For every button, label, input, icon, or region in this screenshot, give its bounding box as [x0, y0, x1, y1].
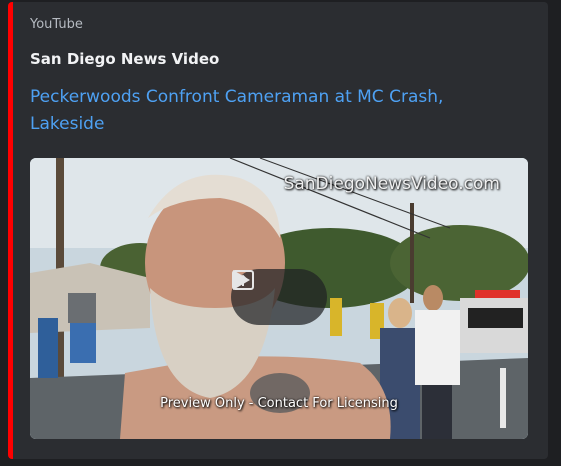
embed-title-link[interactable]: Peckerwoods Confront Cameraman at MC Cra…	[30, 84, 510, 138]
thumbnail-caption: Preview Only - Contact For Licensing	[160, 396, 398, 411]
video-embed: YouTube San Diego News Video Peckerwoods…	[8, 2, 548, 459]
open-external-button[interactable]	[232, 270, 312, 310]
embed-provider[interactable]: YouTube	[30, 17, 83, 32]
embed-author[interactable]: San Diego News Video	[30, 50, 219, 68]
open-external-icon	[232, 270, 254, 290]
video-controls	[231, 269, 327, 325]
thumbnail-watermark: SanDiegoNewsVideo.com	[283, 174, 500, 194]
video-thumbnail[interactable]: SanDiegoNewsVideo.com Preview Only - Con…	[30, 158, 528, 439]
